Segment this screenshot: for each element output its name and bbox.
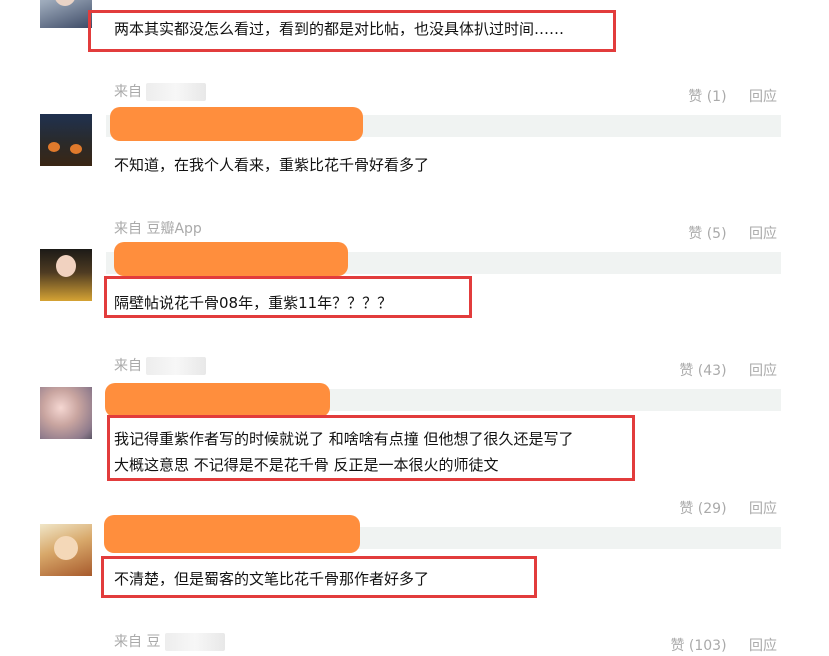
avatar[interactable]	[40, 387, 92, 439]
reply-button[interactable]: 回应	[749, 89, 777, 105]
reply-button[interactable]: 回应	[749, 501, 777, 517]
like-button[interactable]: 赞 (5)	[688, 226, 726, 242]
redacted-username	[110, 107, 363, 141]
comment-actions: 赞 (103) 回应	[652, 635, 777, 655]
redacted-username	[104, 515, 360, 553]
source-label: 来自 豆瓣App	[114, 221, 202, 237]
redacted-source	[146, 357, 207, 375]
avatar[interactable]	[40, 249, 92, 301]
redacted-username	[105, 383, 330, 417]
like-button[interactable]: 赞 (1)	[688, 89, 726, 105]
like-button[interactable]: 赞 (43)	[679, 363, 726, 379]
comment-text-line: 我记得重紫作者写的时候就说了 和啥啥有点撞 但他想了很久还是写了	[114, 430, 574, 448]
like-button[interactable]: 赞 (29)	[679, 501, 726, 517]
comment-actions: 赞 (1) 回应	[670, 86, 777, 106]
source-label: 来自 豆	[114, 634, 161, 650]
comment-text: 两本其实都没怎么看过，看到的都是对比帖，也没具体扒过时间……	[114, 20, 565, 38]
reply-button[interactable]: 回应	[749, 638, 777, 654]
comment-text: 隔壁帖说花千骨08年，重紫11年？？？？	[114, 294, 393, 312]
source-label: 来自	[114, 84, 142, 100]
source-label: 来自	[114, 358, 142, 374]
comment-source: 来自 豆瓣App	[114, 218, 202, 238]
comment-text-line: 大概这意思 不记得是不是花千骨 反正是一本很火的师徒文	[114, 456, 499, 474]
like-button[interactable]: 赞 (103)	[670, 638, 726, 654]
comment-source: 来自 豆	[114, 631, 225, 651]
comment-text: 不清楚，但是蜀客的文笔比花千骨那作者好多了	[114, 570, 430, 588]
reply-button[interactable]: 回应	[749, 226, 777, 242]
comment-text: 不知道，在我个人看来，重紫比花千骨好看多了	[114, 156, 430, 174]
comment-source: 来自	[114, 355, 207, 375]
comment-source: 来自	[114, 81, 207, 101]
comment-actions: 赞 (43) 回应	[661, 360, 777, 380]
redacted-source	[146, 83, 207, 101]
redacted-source	[164, 633, 225, 651]
avatar[interactable]	[40, 114, 92, 166]
avatar[interactable]	[40, 0, 92, 28]
comment-actions: 赞 (29) 回应	[661, 498, 777, 518]
reply-button[interactable]: 回应	[749, 363, 777, 379]
redacted-username	[114, 242, 348, 276]
comment-actions: 赞 (5) 回应	[670, 223, 777, 243]
avatar[interactable]	[40, 524, 92, 576]
